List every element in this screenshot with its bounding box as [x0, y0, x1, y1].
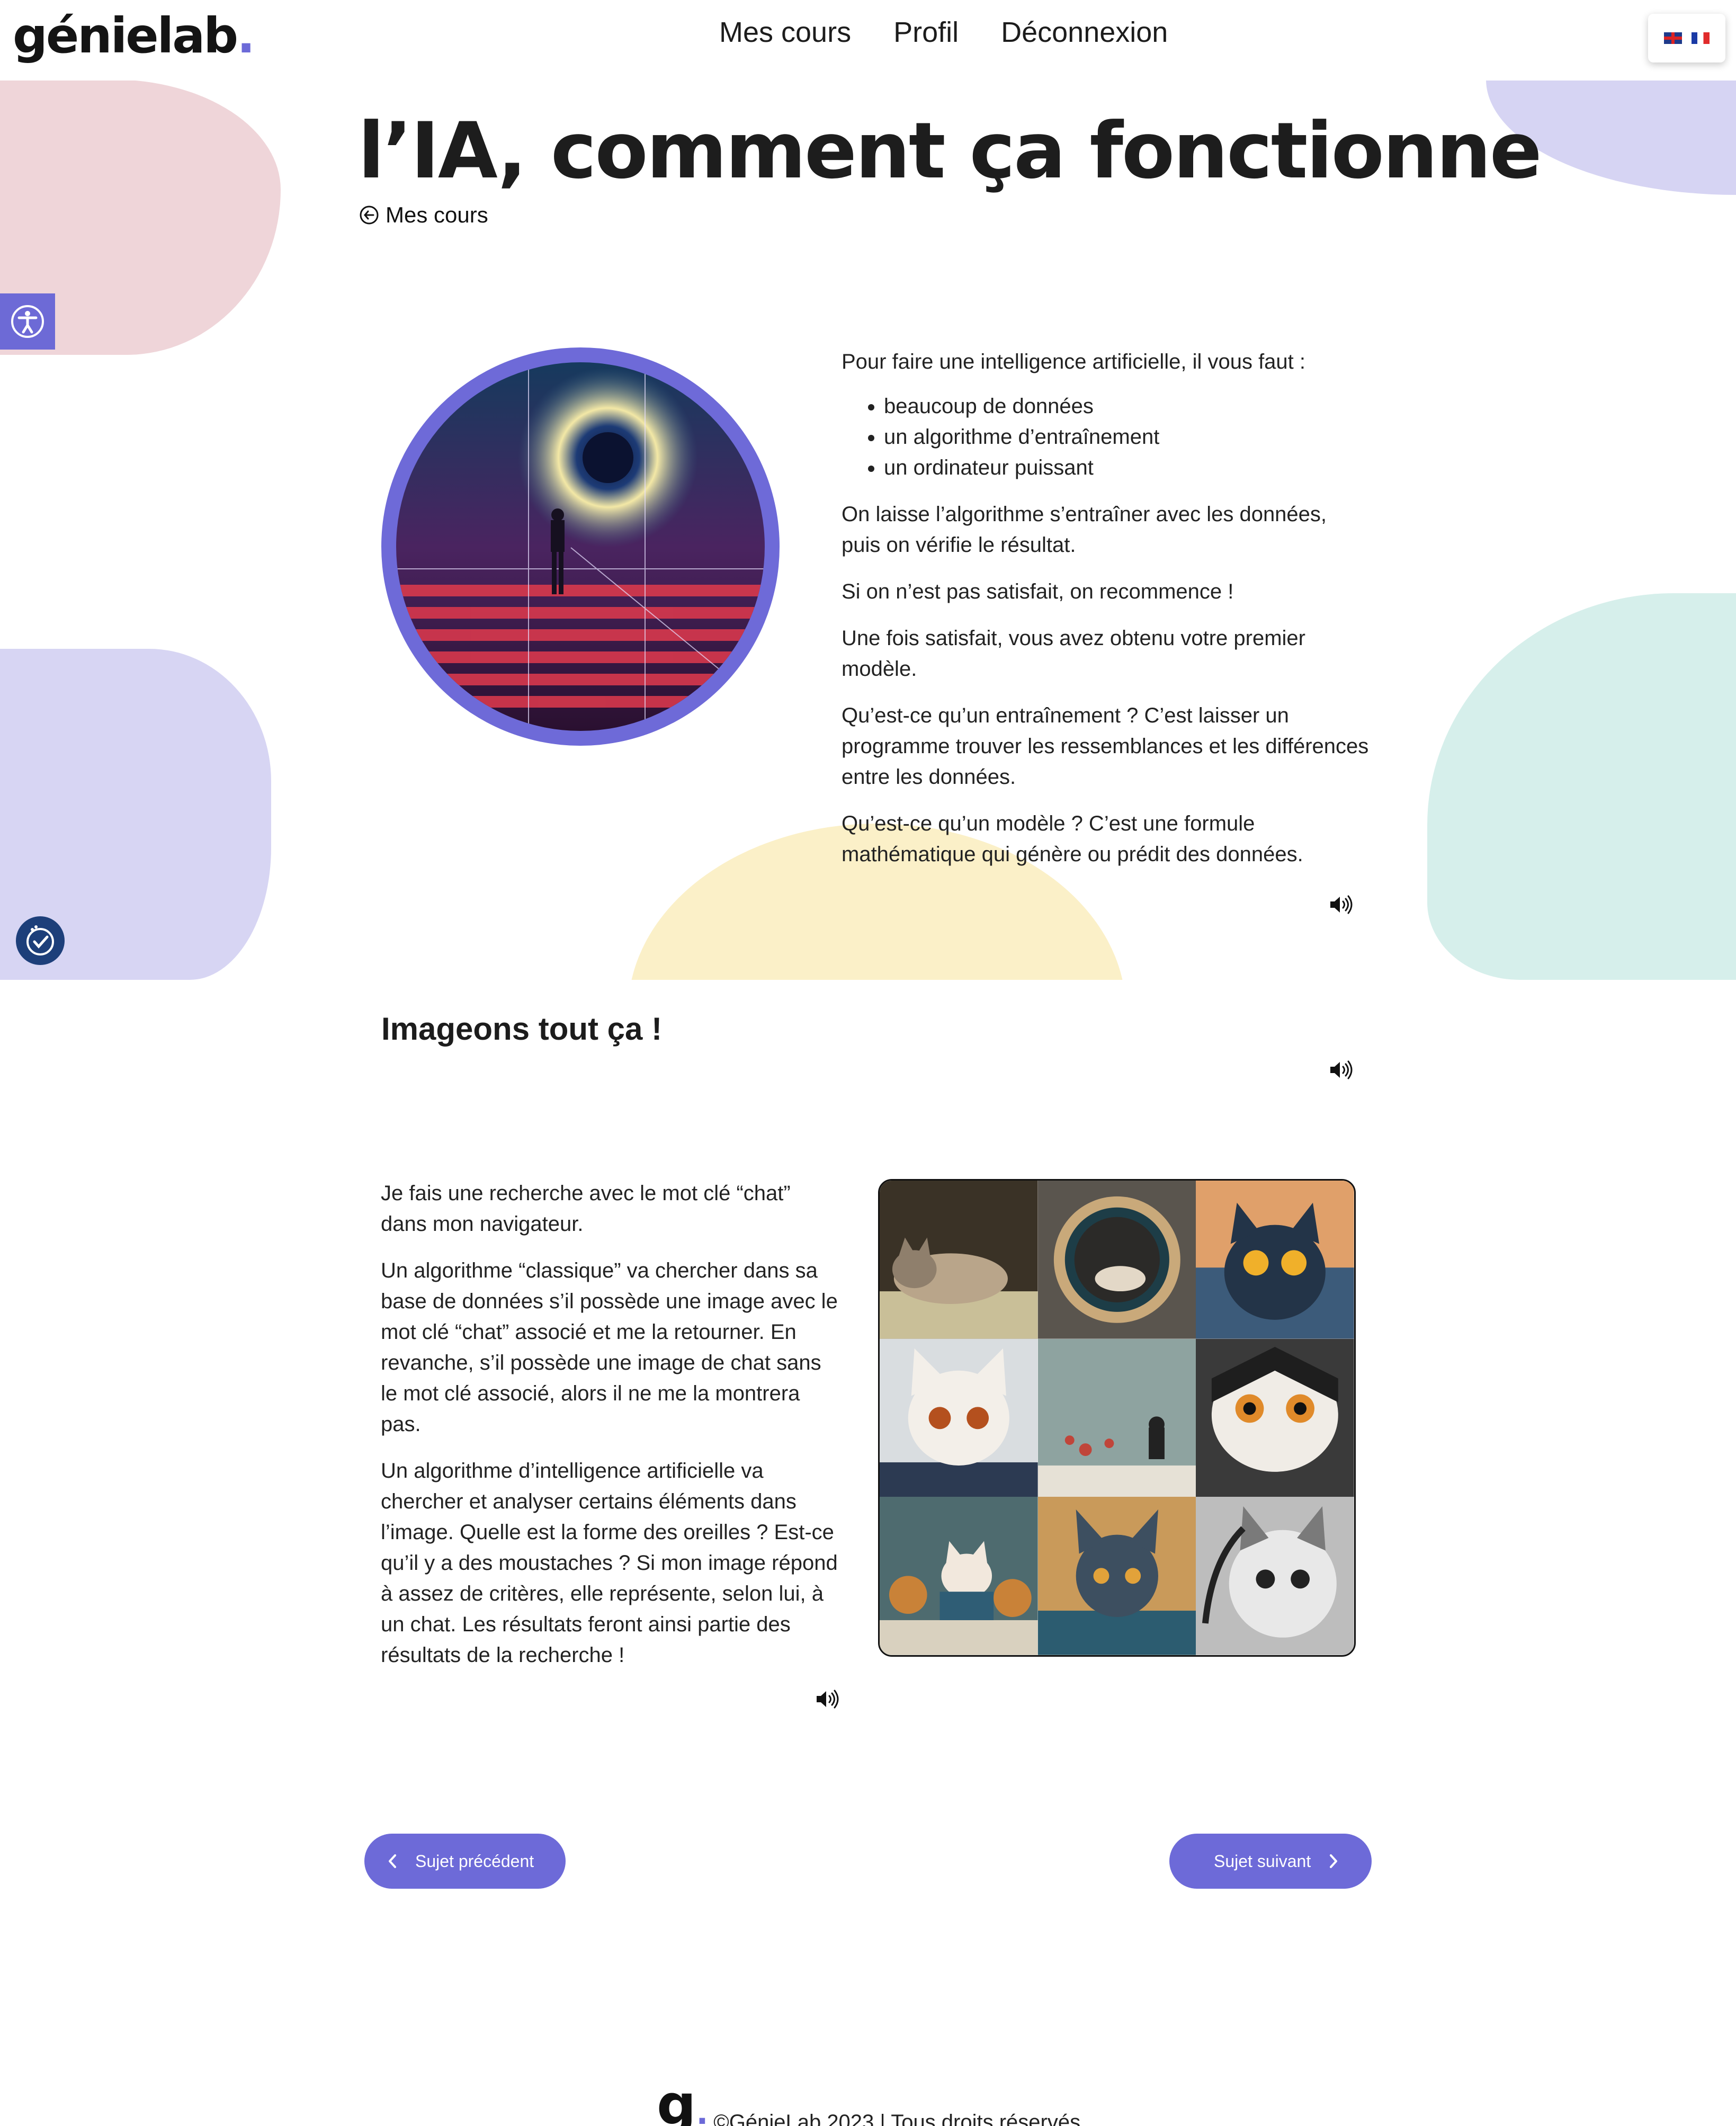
hero-section-bottom-edge — [0, 980, 1736, 1192]
next-topic-button[interactable]: Sujet suivant — [1169, 1834, 1372, 1889]
intro-paragraph: Qu’est-ce qu’un modèle ? C’est une formu… — [842, 812, 1303, 866]
page-title: l’IA, comment ça fonctionne — [358, 106, 1542, 196]
uk-flag-icon[interactable] — [1664, 32, 1682, 44]
cat-image — [1037, 1181, 1196, 1339]
section-heading: Imageons tout ça ! — [381, 1011, 663, 1047]
intro-paragraph: Qu’est-ce qu’un entraînement ? C’est lai… — [842, 704, 1369, 789]
intro-paragraph: On laisse l’algorithme s’entraîner avec … — [842, 503, 1327, 557]
nav-link-mes-cours[interactable]: Mes cours — [719, 16, 851, 49]
nav-link-profil[interactable]: Profil — [893, 16, 959, 49]
list-item: beaucoup de données — [884, 391, 1371, 422]
explanation-paragraph: Je fais une recherche avec le mot clé “c… — [381, 1182, 791, 1236]
explanation-paragraph: Un algorithme “classique” va chercher da… — [381, 1259, 838, 1436]
speaker-icon[interactable] — [816, 1689, 840, 1710]
accessibility-assistant-button[interactable] — [16, 916, 65, 965]
cat-image — [1037, 1497, 1196, 1655]
site-header: génielab. Mes cours Profil Déconnexion — [0, 0, 1736, 81]
cat-image-grid — [878, 1179, 1356, 1657]
chevron-left-icon — [389, 1854, 396, 1868]
hero-illustration — [381, 347, 780, 746]
chevron-right-icon — [1330, 1854, 1338, 1868]
requirements-list: beaucoup de données un algorithme d’entr… — [884, 391, 1371, 483]
footer-logo[interactable]: g. — [657, 2077, 708, 2126]
cat-image — [1196, 1338, 1354, 1497]
ai-portal-illustration — [396, 362, 765, 731]
cat-image — [880, 1181, 1038, 1339]
decorative-blob-mint — [1427, 593, 1736, 980]
cat-image — [1196, 1181, 1354, 1339]
brand-logo[interactable]: génielab. — [13, 7, 255, 64]
accessibility-check-icon — [26, 925, 54, 955]
intro-lead: Pour faire une intelligence artificielle… — [842, 350, 1306, 373]
language-switcher — [1648, 14, 1725, 62]
accessibility-icon — [11, 305, 44, 338]
cat-image — [1196, 1497, 1354, 1655]
intro-paragraph: Une fois satisfait, vous avez obtenu vot… — [842, 627, 1305, 681]
cat-image — [880, 1338, 1038, 1497]
intro-paragraph: Si on n’est pas satisfait, on recommence… — [842, 580, 1234, 603]
speaker-icon[interactable] — [1329, 1059, 1354, 1080]
list-item: un algorithme d’entraînement — [884, 422, 1371, 452]
speaker-icon[interactable] — [1329, 894, 1354, 915]
list-item: un ordinateur puissant — [884, 452, 1371, 483]
previous-topic-button[interactable]: Sujet précédent — [364, 1834, 566, 1889]
copyright-text: ©GénieLab 2023 | Tous droits réservés — [713, 2111, 1081, 2126]
fr-flag-icon[interactable] — [1692, 32, 1710, 44]
main-nav: Mes cours Profil Déconnexion — [719, 16, 1168, 49]
cat-image — [1037, 1338, 1196, 1497]
arrow-left-circle-icon — [360, 206, 379, 225]
site-footer: g. ©GénieLab 2023 | Tous droits réservés — [657, 2077, 1081, 2126]
accessibility-button[interactable] — [0, 293, 55, 350]
search-explanation-text: Je fais une recherche avec le mot clé “c… — [381, 1178, 842, 1686]
intro-text: Pour faire une intelligence artificielle… — [842, 346, 1371, 886]
explanation-paragraph: Un algorithme d’intelligence artificiell… — [381, 1459, 838, 1667]
back-to-courses-link[interactable]: Mes cours — [359, 202, 488, 228]
nav-link-deconnexion[interactable]: Déconnexion — [1001, 16, 1168, 49]
cat-image — [880, 1497, 1038, 1655]
